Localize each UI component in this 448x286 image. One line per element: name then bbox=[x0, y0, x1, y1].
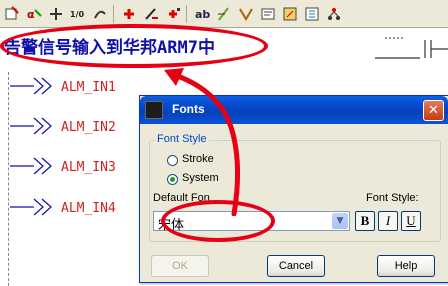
chevron-down-icon[interactable]: ▼ bbox=[332, 213, 348, 229]
font-highlight-oval bbox=[161, 200, 275, 242]
alm-in-label[interactable]: ALM_IN3 bbox=[61, 160, 116, 175]
toolbar-separator bbox=[113, 4, 114, 23]
chart-icon[interactable] bbox=[302, 4, 322, 24]
wire-icon[interactable] bbox=[236, 4, 256, 24]
svg-text:ab: ab bbox=[195, 8, 210, 21]
pen-icon[interactable] bbox=[141, 4, 161, 24]
input-arrow-icon bbox=[10, 157, 52, 175]
function-icon[interactable]: α bbox=[24, 4, 44, 24]
input-arrow-icon bbox=[10, 117, 52, 135]
underline-button[interactable]: U bbox=[401, 211, 421, 231]
text-icon[interactable] bbox=[258, 4, 278, 24]
undo-icon[interactable]: 1/0 bbox=[68, 4, 88, 24]
close-icon[interactable]: ✕ bbox=[423, 100, 444, 121]
ok-button[interactable]: OK bbox=[151, 255, 209, 277]
font-style-label: Font Style: bbox=[366, 192, 419, 204]
network-icon[interactable] bbox=[324, 4, 344, 24]
toolbar-separator bbox=[186, 4, 187, 23]
left-power-rail bbox=[8, 72, 9, 286]
label-icon[interactable] bbox=[214, 4, 234, 24]
alm-in-label[interactable]: ALM_IN1 bbox=[61, 80, 116, 95]
format-icon[interactable]: ab bbox=[192, 4, 212, 24]
toolbar: α 1/0 ab bbox=[0, 0, 448, 28]
svg-text:α: α bbox=[27, 8, 35, 21]
move-icon[interactable] bbox=[46, 4, 66, 24]
bold-button[interactable]: B bbox=[355, 211, 375, 231]
input-arrow-icon bbox=[10, 77, 52, 95]
annotation-arrow bbox=[164, 68, 241, 216]
alm-in-label[interactable]: ALM_IN2 bbox=[61, 120, 116, 135]
svg-text:1/0: 1/0 bbox=[70, 10, 84, 19]
help-button[interactable]: Help bbox=[377, 255, 435, 277]
input-arrow-icon bbox=[10, 198, 52, 216]
alm-in-label[interactable]: ALM_IN4 bbox=[61, 201, 116, 216]
cancel-button[interactable]: Cancel bbox=[267, 255, 325, 277]
redo-icon[interactable] bbox=[90, 4, 110, 24]
block-icon[interactable] bbox=[280, 4, 300, 24]
italic-button[interactable]: I bbox=[378, 211, 398, 231]
add-block-icon[interactable] bbox=[2, 4, 22, 24]
contact-symbol[interactable] bbox=[375, 36, 448, 60]
insert-right-icon[interactable] bbox=[163, 4, 183, 24]
insert-icon[interactable] bbox=[119, 4, 139, 24]
